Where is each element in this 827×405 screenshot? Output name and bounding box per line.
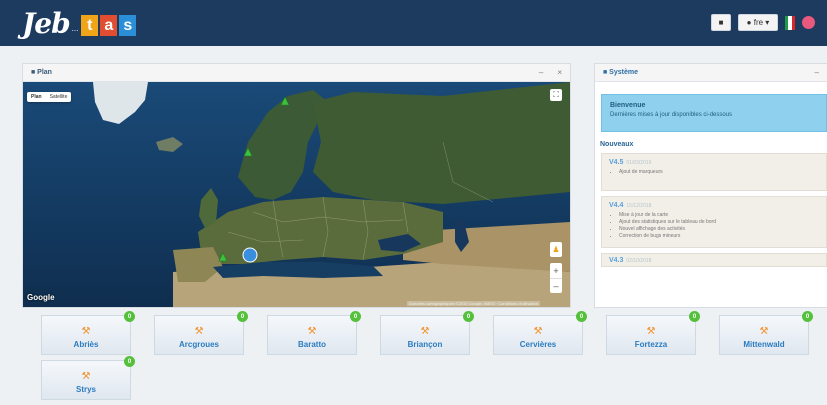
system-panel-title: ■ Système [603, 69, 638, 76]
logo-tiles: t a s [81, 15, 137, 36]
pickaxe-icon: ⚒ [646, 326, 656, 337]
logo-tile-a: a [100, 15, 118, 36]
version-date: 01/03/2019 [626, 160, 652, 166]
activity-tile[interactable]: ⚒ Arcgroues 0 [154, 311, 248, 355]
count-badge: 0 [463, 311, 474, 322]
header-toolbar: ■ ● fre ▾ [711, 14, 815, 31]
activity-tile[interactable]: ⚒ Mittenwald 0 [719, 311, 813, 355]
logo-dot: ... [71, 24, 79, 33]
version-item: Ajout de marqueurs [619, 169, 819, 175]
activity-tile[interactable]: ⚒ Abriès 0 [41, 311, 135, 355]
version-item: Ajout des statistiques sur le tableau de… [619, 219, 819, 225]
version-card: V4.3 02/10/2018 [601, 253, 827, 267]
activity-label: Baratto [297, 340, 326, 349]
version-item: Correction de bugs mineurs [619, 233, 819, 239]
activity-tile[interactable]: ⚒ Briançon 0 [380, 311, 474, 355]
system-panel: ■ Système – Bienvenue Dernières mises à … [594, 63, 827, 308]
map-type-toggle: Plan Satellite [27, 92, 72, 102]
count-badge: 0 [576, 311, 587, 322]
info-text: Dernières mises à jour disponibles ci-de… [610, 112, 733, 118]
version-label: V4.5 [609, 159, 624, 166]
version-item: Nouvel affichage des activités [619, 226, 819, 232]
power-icon[interactable] [802, 16, 815, 29]
collapse-icon[interactable]: – [815, 68, 819, 77]
map-panel-title: ■ Plan [31, 69, 52, 76]
count-badge: 0 [350, 311, 361, 322]
top-header: Jeb ... t a s ■ ● fre ▾ [0, 0, 827, 46]
map-attribution[interactable]: Données cartographiques ©2019 Google, IN… [406, 301, 540, 306]
activity-tile[interactable]: ⚒ Fortezza 0 [606, 311, 700, 355]
pickaxe-icon: ⚒ [759, 326, 769, 337]
google-logo: Google [27, 293, 55, 302]
map-panel: ■ Plan – × Plan Satellite ⛶ ♟ + – Google… [22, 63, 571, 308]
zoom-out-button[interactable]: – [550, 278, 562, 293]
map-imagery [23, 82, 570, 307]
pickaxe-icon: ⚒ [81, 371, 91, 382]
activity-label: Strys [75, 385, 96, 394]
fullscreen-icon[interactable]: ⛶ [550, 89, 562, 101]
version-label: V4.3 [609, 257, 624, 264]
activity-label: Cervières [519, 340, 557, 349]
version-card: V4.501/03/2019 Ajout de marqueurs [601, 153, 827, 191]
system-panel-header: ■ Système – [595, 64, 827, 82]
activity-label: Mittenwald [743, 340, 785, 349]
app-logo[interactable]: Jeb ... t a s [22, 7, 137, 40]
version-date: 02/10/2018 [626, 258, 652, 264]
map-marker-cluster[interactable] [242, 247, 258, 263]
language-dropdown[interactable]: ● fre ▾ [738, 14, 778, 31]
count-badge: 0 [802, 311, 813, 322]
activity-tile[interactable]: ⚒ Baratto 0 [267, 311, 361, 355]
welcome-info-box: Bienvenue Dernières mises à jour disponi… [601, 94, 827, 132]
count-badge: 0 [237, 311, 248, 322]
pickaxe-icon: ⚒ [420, 326, 430, 337]
pickaxe-icon: ⚒ [307, 326, 317, 337]
menu-button[interactable]: ■ [711, 14, 731, 31]
map-panel-header: ■ Plan – × [23, 64, 570, 82]
activity-label: Briançon [407, 340, 443, 349]
close-icon[interactable]: × [557, 68, 562, 77]
pickaxe-icon: ⚒ [81, 326, 91, 337]
italy-flag-icon[interactable] [785, 15, 795, 30]
pickaxe-icon: ⚒ [533, 326, 543, 337]
info-title: Bienvenue [610, 102, 646, 109]
pickaxe-icon: ⚒ [194, 326, 204, 337]
zoom-control: + – [550, 263, 562, 293]
version-label: V4.4 [609, 202, 624, 209]
version-date: 15/12/2018 [626, 203, 652, 209]
count-badge: 0 [124, 311, 135, 322]
satellite-map[interactable]: Plan Satellite ⛶ ♟ + – Google Données ca… [23, 82, 570, 307]
map-type-plan-button[interactable]: Plan [27, 92, 46, 102]
count-badge: 0 [124, 356, 135, 367]
activity-tile[interactable]: ⚒ Strys 0 [41, 356, 135, 400]
logo-text: Jeb [22, 7, 71, 40]
version-item: Mise à jour de la carte [619, 212, 819, 218]
activity-label: Abriès [73, 340, 99, 349]
logo-tile-s: s [119, 15, 137, 36]
version-card: V4.415/12/2018 Mise à jour de la carte A… [601, 196, 827, 248]
logo-tile-t: t [81, 15, 99, 36]
activity-tile[interactable]: ⚒ Cervières 0 [493, 311, 587, 355]
news-heading: Nouveaux [600, 141, 634, 148]
pegman-icon[interactable]: ♟ [550, 242, 562, 257]
count-badge: 0 [689, 311, 700, 322]
minimize-icon[interactable]: – [539, 68, 543, 77]
map-type-satellite-button[interactable]: Satellite [46, 92, 72, 102]
zoom-in-button[interactable]: + [550, 263, 562, 278]
activity-label: Fortezza [634, 340, 668, 349]
activity-label: Arcgroues [178, 340, 219, 349]
